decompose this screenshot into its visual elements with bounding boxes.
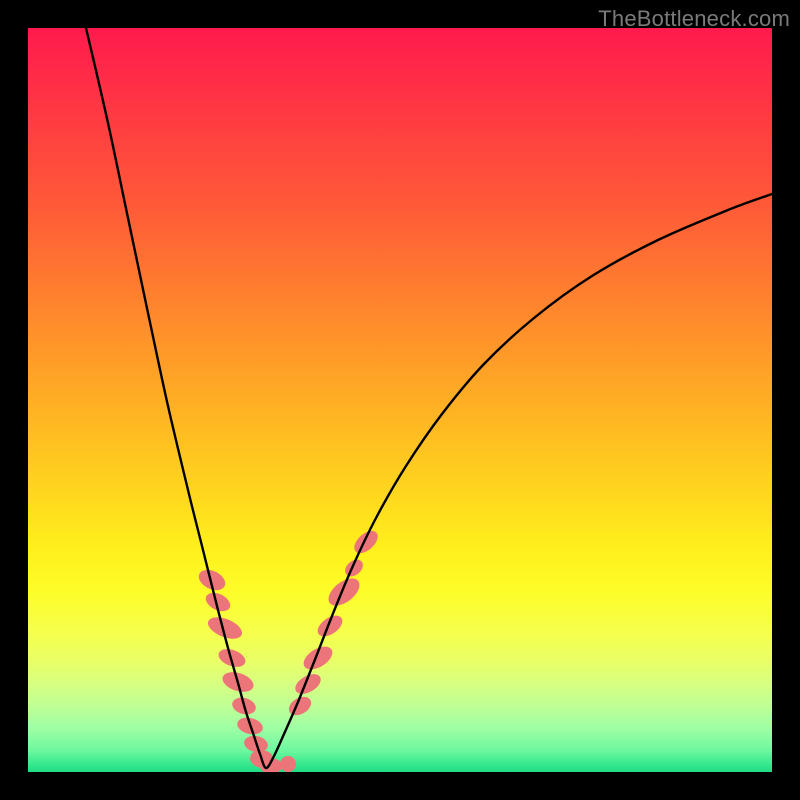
bead xyxy=(314,611,346,640)
chart-frame: TheBottleneck.com xyxy=(0,0,800,800)
chart-svg xyxy=(28,28,772,772)
bead xyxy=(324,573,365,611)
bead xyxy=(350,527,382,558)
watermark-text: TheBottleneck.com xyxy=(598,6,790,32)
plot-area xyxy=(28,28,772,772)
bead xyxy=(280,756,296,772)
bead xyxy=(342,556,366,580)
bottleneck-curve xyxy=(86,28,772,768)
bead xyxy=(300,642,337,674)
